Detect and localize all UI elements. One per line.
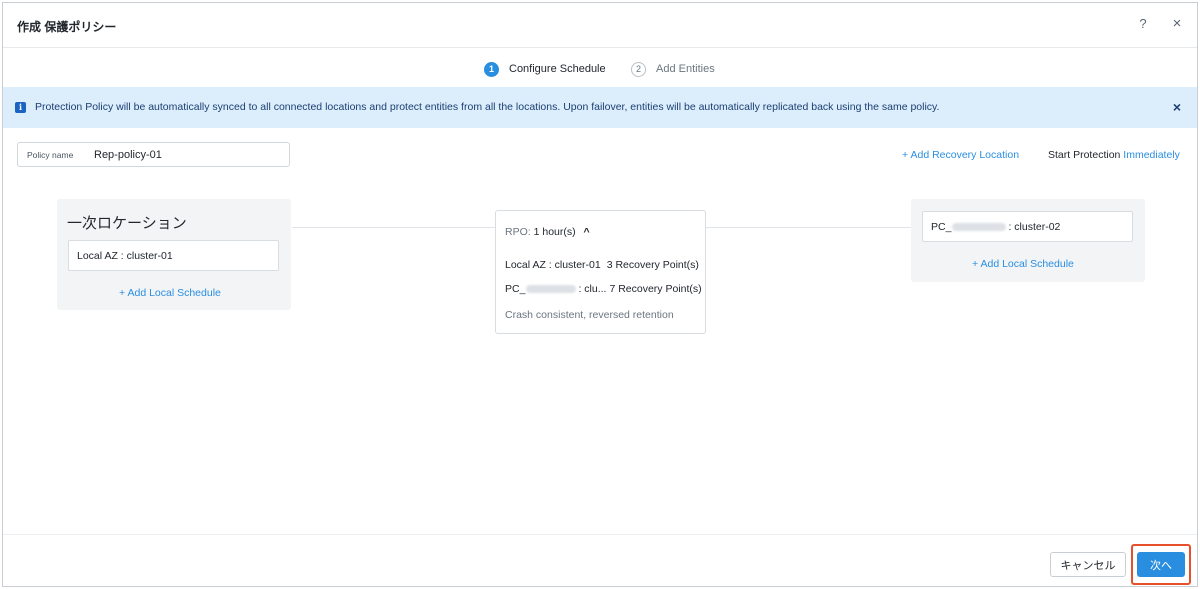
start-protection: Start Protection Immediately: [1048, 149, 1180, 161]
rpo-row-name-prefix: PC_: [505, 283, 526, 295]
close-icon[interactable]: ×: [1169, 16, 1185, 32]
redacted-name: [952, 222, 1007, 231]
recovery-cluster-prefix: PC_: [931, 220, 952, 233]
connector-line: [706, 227, 911, 228]
recovery-cluster-box[interactable]: PC_ : cluster-02: [922, 211, 1133, 242]
rpo-row-name-suffix: : clu...: [578, 283, 607, 295]
policy-name-field[interactable]: Policy name: [17, 142, 290, 167]
rpo-card: RPO: 1 hour(s) ^ Local AZ : cluster-01 3…: [495, 210, 706, 334]
primary-cluster-box[interactable]: Local AZ : cluster-01: [68, 240, 279, 271]
add-recovery-location-link[interactable]: + Add Recovery Location: [902, 149, 1019, 161]
policy-name-label: Policy name: [27, 149, 74, 160]
step-add-entities[interactable]: 2 Add Entities: [631, 61, 715, 77]
cancel-button[interactable]: キャンセル: [1050, 552, 1126, 577]
rpo-row-points: 3 Recovery Point(s): [606, 259, 699, 271]
step-number: 1: [484, 61, 499, 77]
recovery-add-local-schedule-link[interactable]: + Add Local Schedule: [972, 258, 1074, 270]
rpo-row-points: 7 Recovery Point(s): [609, 283, 702, 295]
rpo-header[interactable]: RPO: 1 hour(s) ^: [505, 226, 590, 238]
info-banner: i Protection Policy will be automaticall…: [3, 87, 1197, 128]
start-protection-label: Start Protection: [1048, 149, 1121, 161]
step-configure-schedule[interactable]: 1 Configure Schedule: [484, 61, 606, 77]
info-icon: i: [15, 102, 26, 113]
help-icon[interactable]: ?: [1135, 16, 1151, 32]
banner-text: Protection Policy will be automatically …: [35, 101, 940, 113]
step-number: 2: [631, 61, 646, 77]
rpo-row: Local AZ : cluster-01 3 Recovery Point(s…: [505, 259, 699, 271]
rpo-row-name: Local AZ : cluster-01: [505, 259, 601, 271]
dialog-footer: キャンセル 次へ: [3, 534, 1197, 588]
policy-name-input[interactable]: [90, 148, 275, 161]
primary-add-local-schedule-link[interactable]: + Add Local Schedule: [119, 287, 221, 299]
step-label: Add Entities: [656, 63, 715, 75]
step-label: Configure Schedule: [509, 63, 606, 75]
primary-location-title: 一次ロケーション: [67, 215, 187, 232]
dialog-title: 作成 保護ポリシー: [17, 20, 117, 34]
recovery-location-card: PC_ : cluster-02 + Add Local Schedule: [911, 199, 1145, 282]
wizard-steps: 1 Configure Schedule 2 Add Entities: [3, 48, 1197, 88]
connector-line: [292, 227, 495, 228]
primary-location-card: 一次ロケーション Local AZ : cluster-01 + Add Loc…: [57, 199, 291, 310]
banner-close-icon[interactable]: ×: [1170, 99, 1184, 115]
recovery-cluster-suffix: : cluster-02: [1008, 220, 1061, 233]
rpo-value: 1 hour(s): [533, 226, 576, 238]
redacted-name: [526, 285, 577, 293]
rpo-row: PC_ : clu... 7 Recovery Point(s): [505, 283, 702, 295]
start-immediately-link[interactable]: Immediately: [1123, 149, 1180, 161]
protection-policy-dialog: 作成 保護ポリシー ? × 1 Configure Schedule 2 Add…: [2, 2, 1198, 587]
next-button[interactable]: 次へ: [1137, 552, 1185, 577]
chevron-up-icon[interactable]: ^: [584, 226, 590, 238]
rpo-label: RPO:: [505, 226, 531, 238]
rpo-footer: Crash consistent, reversed retention: [505, 309, 674, 321]
dialog-header: 作成 保護ポリシー ? ×: [3, 3, 1197, 48]
